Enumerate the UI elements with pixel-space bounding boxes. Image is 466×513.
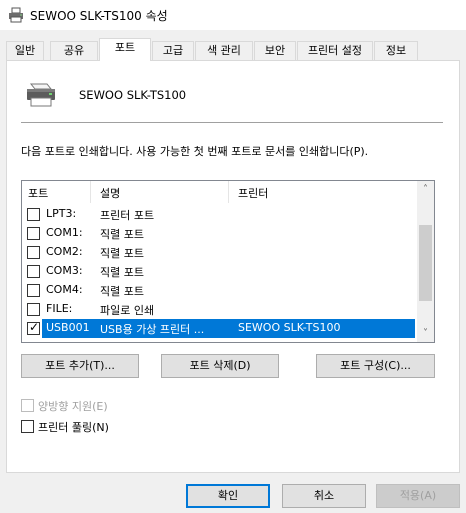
- list-item[interactable]: COM4: 직렬 포트: [22, 281, 418, 300]
- ok-button[interactable]: 확인: [186, 484, 270, 508]
- tab-sharing[interactable]: 공유: [50, 41, 98, 60]
- window-title: SEWOO SLK-TS100 속성: [30, 9, 168, 23]
- selection-highlight: [42, 319, 415, 338]
- port-description: 직렬 포트: [100, 228, 144, 241]
- scroll-up-icon[interactable]: ˄: [417, 181, 434, 198]
- port-checkbox[interactable]: [27, 265, 40, 278]
- port-printer: SEWOO SLK-TS100: [238, 321, 341, 334]
- separator: [21, 122, 443, 123]
- bidirectional-support-checkbox[interactable]: 양방향 지원(E): [21, 398, 141, 414]
- tab-general[interactable]: 일반: [6, 41, 44, 60]
- port-checkbox[interactable]: [27, 246, 40, 259]
- port-name: COM3:: [46, 264, 83, 277]
- port-description: 프린터 포트: [100, 209, 155, 222]
- check-icon: ✓: [29, 320, 40, 334]
- list-item[interactable]: FILE: 파일로 인쇄: [22, 300, 418, 319]
- ports-tab-panel: SEWOO SLK-TS100 다음 포트로 인쇄합니다. 사용 가능한 첫 번…: [6, 60, 460, 473]
- port-description: USB용 가상 프린터 ...: [100, 323, 205, 336]
- printer-icon: [23, 81, 59, 109]
- list-item[interactable]: COM2: 직렬 포트: [22, 243, 418, 262]
- port-description: 직렬 포트: [100, 285, 144, 298]
- port-checkbox[interactable]: [27, 208, 40, 221]
- tab-printer-settings[interactable]: 프린터 설정: [297, 41, 373, 60]
- column-header-printer[interactable]: 프린터: [238, 185, 268, 201]
- add-port-button[interactable]: 포트 추가(T)...: [21, 354, 139, 378]
- scrollbar-thumb[interactable]: [419, 225, 432, 301]
- tab-ports[interactable]: 포트: [99, 38, 151, 61]
- column-header-description[interactable]: 설명: [100, 185, 120, 201]
- port-name: LPT3:: [46, 207, 77, 220]
- port-name: COM1:: [46, 226, 83, 239]
- port-description: 직렬 포트: [100, 247, 144, 260]
- port-checkbox[interactable]: [27, 227, 40, 240]
- printer-pooling-checkbox[interactable]: 프린터 풀링(N): [21, 419, 141, 435]
- tab-about[interactable]: 정보: [374, 41, 418, 60]
- column-divider[interactable]: [228, 181, 229, 203]
- port-checkbox[interactable]: [27, 284, 40, 297]
- column-header-port[interactable]: 포트: [28, 185, 48, 201]
- ports-list[interactable]: 포트 설명 프린터 LPT3: 프린터 포트 COM1: 직렬 포트 COM2:: [21, 180, 435, 343]
- list-item[interactable]: COM3: 직렬 포트: [22, 262, 418, 281]
- tab-security[interactable]: 보안: [254, 41, 296, 60]
- cancel-button[interactable]: 취소: [282, 484, 366, 508]
- port-name: COM2:: [46, 245, 83, 258]
- apply-button[interactable]: 적용(A): [376, 484, 460, 508]
- tab-color-management[interactable]: 색 관리: [195, 41, 253, 60]
- list-item[interactable]: COM1: 직렬 포트: [22, 224, 418, 243]
- port-checkbox[interactable]: [27, 303, 40, 316]
- checkbox-box[interactable]: [21, 420, 34, 433]
- list-item[interactable]: LPT3: 프린터 포트: [22, 205, 418, 224]
- scroll-down-icon[interactable]: ˅: [417, 325, 434, 342]
- delete-port-button[interactable]: 포트 삭제(D): [161, 354, 279, 378]
- port-name: COM4:: [46, 283, 83, 296]
- port-description: 파일로 인쇄: [100, 304, 155, 317]
- printer-name: SEWOO SLK-TS100: [79, 88, 187, 102]
- configure-port-button[interactable]: 포트 구성(C)...: [316, 354, 435, 378]
- bidirectional-support-label: 양방향 지원(E): [38, 400, 108, 413]
- port-description: 직렬 포트: [100, 266, 144, 279]
- tab-advanced[interactable]: 고급: [152, 41, 194, 60]
- list-item-selected[interactable]: ✓ USB001 USB용 가상 프린터 ... SEWOO SLK-TS100: [22, 319, 418, 338]
- port-name: USB001: [46, 321, 90, 334]
- title-bar: SEWOO SLK-TS100 속성: [0, 0, 466, 30]
- ports-list-header: 포트 설명 프린터: [22, 181, 418, 203]
- column-divider[interactable]: [90, 181, 91, 203]
- port-name: FILE:: [46, 302, 73, 315]
- port-checkbox-checked[interactable]: ✓: [27, 320, 40, 335]
- checkbox-box[interactable]: [21, 399, 34, 412]
- printer-pooling-label: 프린터 풀링(N): [38, 421, 109, 434]
- ports-description: 다음 포트로 인쇄합니다. 사용 가능한 첫 번째 포트로 문서를 인쇄합니다(…: [21, 145, 369, 158]
- tab-strip: 일반 공유 포트 고급 색 관리 보안 프린터 설정 정보: [6, 38, 460, 61]
- ports-list-scrollbar[interactable]: ˄ ˅: [417, 181, 434, 342]
- printer-icon: [8, 7, 24, 23]
